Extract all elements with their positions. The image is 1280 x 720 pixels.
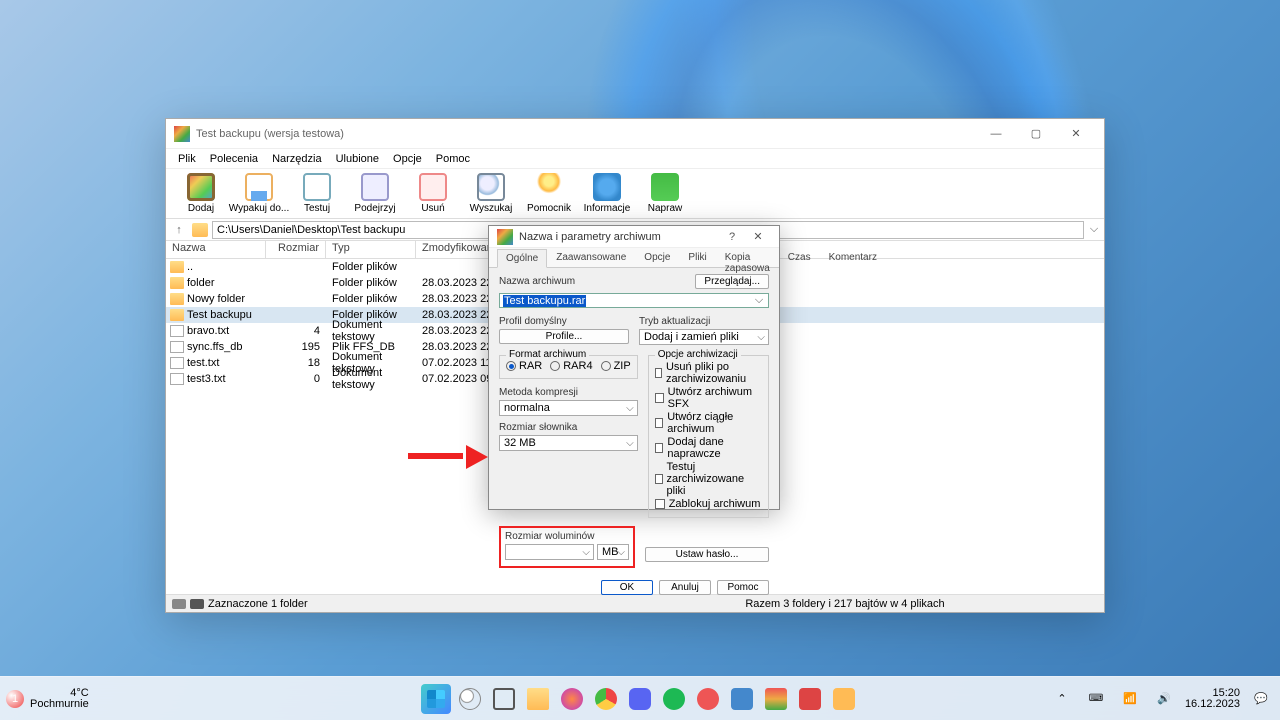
close-button[interactable]: ✕	[745, 223, 771, 251]
browse-button[interactable]: Przeglądaj...	[695, 274, 769, 289]
profile-label: Profil domyślny	[499, 316, 629, 327]
minimize-button[interactable]: —	[976, 120, 1016, 148]
menu-narzędzia[interactable]: Narzędzia	[266, 151, 328, 167]
col-name[interactable]: Nazwa	[166, 241, 266, 258]
winrar-icon	[174, 126, 190, 142]
set-password-button[interactable]: Ustaw hasło...	[645, 547, 769, 562]
language-indicator[interactable]: ⌨	[1083, 686, 1109, 712]
col-type[interactable]: Typ	[326, 241, 416, 258]
weather-widget[interactable]: 1 4°C Pochmurnie	[6, 688, 89, 710]
volume-size-label: Rozmiar woluminów	[505, 531, 629, 542]
winrar-icon	[497, 229, 513, 245]
compression-method-select[interactable]: normalna	[499, 400, 638, 416]
tool-usu[interactable]: Usuń	[404, 171, 462, 216]
tool-napraw[interactable]: Napraw	[636, 171, 694, 216]
volume-unit-select[interactable]: MB	[597, 544, 629, 560]
close-button[interactable]: ✕	[1056, 120, 1096, 148]
archive-dialog: Nazwa i parametry archiwum ? ✕ OgólneZaa…	[488, 225, 780, 510]
volume-size-highlight: Rozmiar woluminów MB	[499, 526, 635, 568]
tool-dodaj[interactable]: Dodaj	[172, 171, 230, 216]
archive-format-group: Format archiwum RAR RAR4 ZIP	[499, 355, 638, 379]
dictionary-size-select[interactable]: 32 MB	[499, 435, 638, 451]
dialog-title: Nazwa i parametry archiwum	[519, 231, 719, 243]
update-mode-select[interactable]: Dodaj i zamień pliki	[639, 329, 769, 345]
opt-test-checkbox[interactable]: Testuj zarchiwizowane pliki	[655, 461, 762, 497]
tool-pomocnik[interactable]: Pomocnik	[520, 171, 578, 216]
firefox-app[interactable]	[557, 684, 587, 714]
update-mode-label: Tryb aktualizacji	[639, 316, 769, 327]
dialog-tabs: OgólneZaawansowaneOpcjePlikiKopia zapaso…	[489, 248, 779, 268]
menu-polecenia[interactable]: Polecenia	[204, 151, 264, 167]
titlebar[interactable]: Test backupu (wersja testowa) — ▢ ✕	[166, 119, 1104, 149]
tab-kopia zapasowa[interactable]: Kopia zapasowa	[716, 248, 779, 267]
dict-label: Rozmiar słownika	[499, 422, 638, 433]
window-title: Test backupu (wersja testowa)	[196, 128, 976, 140]
path-dropdown[interactable]: ⌵	[1088, 223, 1100, 236]
app-icon[interactable]	[829, 684, 859, 714]
tool-wypakujdo[interactable]: Wypakuj do...	[230, 171, 288, 216]
help-button[interactable]: Pomoc	[717, 580, 769, 595]
opt-delete-checkbox[interactable]: Usuń pliki po zarchiwizowaniu	[655, 361, 762, 385]
annotation-arrow	[408, 448, 488, 466]
tool-podejrzyj[interactable]: Podejrzyj	[346, 171, 404, 216]
task-view-button[interactable]	[489, 684, 519, 714]
col-size[interactable]: Rozmiar	[266, 241, 326, 258]
archive-name-label: Nazwa archiwum	[499, 276, 575, 287]
opt-sfx-checkbox[interactable]: Utwórz archiwum SFX	[655, 386, 762, 410]
maximize-button[interactable]: ▢	[1016, 120, 1056, 148]
opt-solid-checkbox[interactable]: Utwórz ciągłe archiwum	[655, 411, 762, 435]
tool-wyszukaj[interactable]: Wyszukaj	[462, 171, 520, 216]
opt-lock-checkbox[interactable]: Zablokuj archiwum	[655, 498, 762, 510]
menu-pomoc[interactable]: Pomoc	[430, 151, 476, 167]
taskbar: 1 4°C Pochmurnie ⌃ ⌨ 📶 🔊 15:20 16.12.202…	[0, 676, 1280, 720]
format-zip-radio[interactable]: ZIP	[601, 360, 631, 372]
notifications-icon[interactable]: 💬	[1248, 686, 1274, 712]
app-icon[interactable]	[727, 684, 757, 714]
weather-badge-icon: 1	[6, 690, 24, 708]
volume-icon[interactable]: 🔊	[1151, 686, 1177, 712]
status-left: Zaznaczone 1 folder	[208, 598, 308, 610]
archive-name-input[interactable]: Test backupu.rar ⌵	[499, 293, 769, 308]
app-icon[interactable]	[761, 684, 791, 714]
up-button[interactable]: ↑	[170, 224, 188, 236]
tab-czas[interactable]: Czas	[779, 248, 820, 267]
app-icon[interactable]	[795, 684, 825, 714]
chrome-app[interactable]	[591, 684, 621, 714]
menu-opcje[interactable]: Opcje	[387, 151, 428, 167]
cancel-button[interactable]: Anuluj	[659, 580, 711, 595]
discord-app[interactable]	[625, 684, 655, 714]
menu-plik[interactable]: Plik	[172, 151, 202, 167]
tab-komentarz[interactable]: Komentarz	[820, 248, 886, 267]
menubar: PlikPoleceniaNarzędziaUlubioneOpcjePomoc	[166, 149, 1104, 169]
format-rar4-radio[interactable]: RAR4	[550, 360, 592, 372]
help-button[interactable]: ?	[719, 223, 745, 251]
wifi-icon[interactable]: 📶	[1117, 686, 1143, 712]
tab-opcje[interactable]: Opcje	[635, 248, 679, 267]
profiles-button[interactable]: Profile...	[499, 329, 629, 344]
start-button[interactable]	[421, 684, 451, 714]
clock[interactable]: 15:20 16.12.2023	[1185, 688, 1240, 710]
folder-icon	[192, 223, 208, 237]
tab-pliki[interactable]: Pliki	[679, 248, 715, 267]
tab-zaawansowane[interactable]: Zaawansowane	[547, 248, 635, 267]
status-icon	[190, 599, 204, 609]
status-icon	[172, 599, 186, 609]
search-button[interactable]	[455, 684, 485, 714]
ok-button[interactable]: OK	[601, 580, 653, 595]
menu-ulubione[interactable]: Ulubione	[330, 151, 385, 167]
format-rar-radio[interactable]: RAR	[506, 360, 542, 372]
tab-ogólne[interactable]: Ogólne	[497, 249, 547, 268]
app-icon[interactable]	[693, 684, 723, 714]
opt-recovery-checkbox[interactable]: Dodaj dane naprawcze	[655, 436, 762, 460]
toolbar: DodajWypakuj do...TestujPodejrzyjUsuńWys…	[166, 169, 1104, 219]
tool-testuj[interactable]: Testuj	[288, 171, 346, 216]
spotify-app[interactable]	[659, 684, 689, 714]
archive-options-group: Opcje archiwizacji Usuń pliki po zarchiw…	[648, 355, 769, 518]
volume-size-input[interactable]	[505, 544, 594, 560]
tool-informacje[interactable]: Informacje	[578, 171, 636, 216]
tray-chevron-icon[interactable]: ⌃	[1049, 686, 1075, 712]
explorer-app[interactable]	[523, 684, 553, 714]
method-label: Metoda kompresji	[499, 387, 638, 398]
